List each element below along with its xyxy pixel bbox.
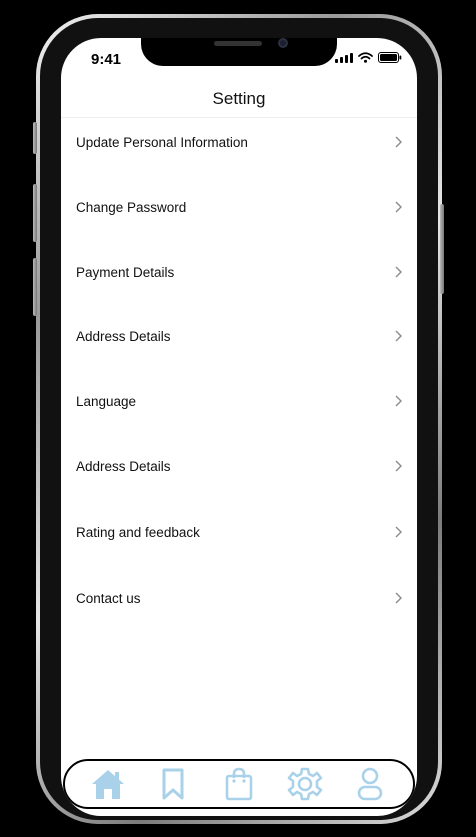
battery-icon (378, 52, 402, 63)
wifi-icon (358, 52, 373, 63)
page-title: Setting (212, 89, 266, 108)
menu-item-label: Change Password (76, 199, 187, 215)
menu-item-label: Contact us (76, 590, 141, 606)
menu-item-change-password[interactable]: Change Password (61, 189, 417, 225)
power-button (440, 204, 444, 294)
header: Setting (61, 82, 417, 118)
tab-home[interactable] (89, 765, 127, 803)
screen: 9:41 Setting Update Personal Information… (61, 38, 417, 816)
tab-bookmarks[interactable] (154, 765, 192, 803)
chevron-right-icon (395, 526, 402, 538)
chevron-right-icon (395, 201, 402, 213)
menu-item-label: Update Personal Information (76, 134, 248, 150)
bookmark-icon (162, 768, 184, 800)
user-icon (357, 767, 383, 801)
menu-item-label: Payment Details (76, 264, 175, 280)
menu-item-update-personal-information[interactable]: Update Personal Information (61, 124, 417, 160)
speaker (214, 41, 262, 46)
tab-bar (63, 759, 415, 809)
chevron-right-icon (395, 330, 402, 342)
chevron-right-icon (395, 460, 402, 472)
volume-down-button (33, 258, 37, 316)
home-icon (91, 770, 124, 799)
chevron-right-icon (395, 592, 402, 604)
menu-item-label: Rating and feedback (76, 524, 200, 540)
menu-item-contact-us[interactable]: Contact us (61, 580, 417, 616)
menu-item-payment-details[interactable]: Payment Details (61, 254, 417, 290)
tab-cart[interactable] (220, 765, 258, 803)
chevron-right-icon (395, 395, 402, 407)
menu-item-label: Language (76, 393, 137, 409)
notch (141, 38, 337, 66)
tab-settings[interactable] (286, 765, 324, 803)
volume-up-button (33, 184, 37, 242)
menu-item-rating-and-feedback[interactable]: Rating and feedback (61, 514, 417, 550)
chevron-right-icon (395, 136, 402, 148)
status-time: 9:41 (91, 51, 122, 68)
silent-switch (33, 122, 37, 154)
chevron-right-icon (395, 266, 402, 278)
menu-item-label: Address Details (76, 328, 171, 344)
signal-icon (335, 52, 353, 63)
menu-item-language[interactable]: Language (61, 383, 417, 419)
camera (278, 38, 288, 48)
shopping-bag-icon (225, 767, 253, 801)
gear-icon (287, 767, 322, 801)
tab-profile[interactable] (351, 765, 389, 803)
menu-item-address-details[interactable]: Address Details (61, 318, 417, 354)
status-icons (335, 52, 402, 63)
menu-item-address-details-2[interactable]: Address Details (61, 448, 417, 484)
menu-item-label: Address Details (76, 458, 171, 474)
